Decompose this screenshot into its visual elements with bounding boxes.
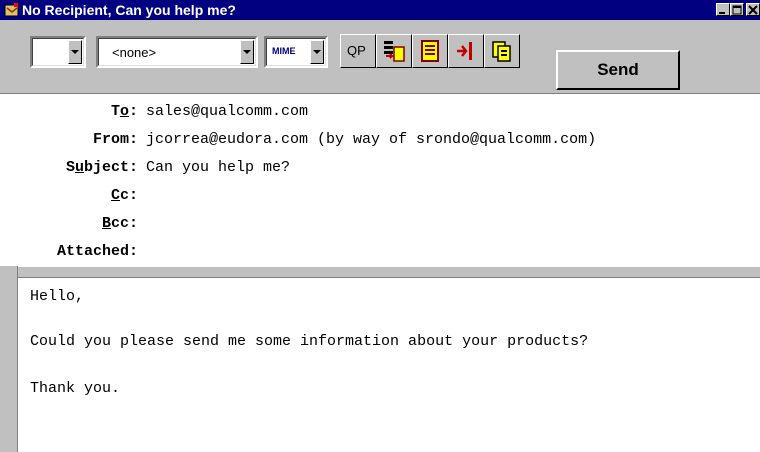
cc-label: Cc: — [110, 187, 138, 204]
priority-select[interactable] — [30, 36, 86, 68]
tab-insert-button[interactable] — [448, 34, 484, 68]
encoding-dropdown-button[interactable] — [310, 40, 324, 64]
message-body[interactable]: Hello, Could you please send me some inf… — [18, 278, 760, 452]
mime-label: MIME — [272, 46, 296, 56]
attached-row: Attached: — [0, 241, 760, 263]
copy-to-outbox-button[interactable] — [484, 34, 520, 68]
attach-signature-icon — [384, 41, 405, 62]
bcc-field[interactable] — [146, 213, 746, 235]
send-button[interactable]: Send — [556, 50, 680, 90]
subject-label: Subject: — [65, 159, 138, 176]
to-row: To: sales@qualcomm.com — [0, 101, 760, 123]
attach-signature-button[interactable] — [376, 34, 412, 68]
eudora-app-icon[interactable] — [4, 2, 20, 18]
qp-label: QP — [347, 43, 366, 58]
text-as-document-icon — [421, 40, 439, 62]
text-as-document-button[interactable] — [412, 34, 448, 68]
from-field[interactable]: jcorrea@eudora.com (by way of srondo@qua… — [146, 129, 596, 151]
cc-row: Cc: — [0, 185, 760, 207]
attached-label: Attached: — [56, 243, 138, 260]
body-line: Could you please send me some informatio… — [30, 333, 589, 350]
encoding-select[interactable]: MIME — [264, 36, 328, 68]
signature-dropdown-button[interactable] — [240, 40, 254, 64]
to-label: To: — [110, 103, 138, 120]
signature-select[interactable]: <none> — [96, 36, 258, 68]
body-left-border — [0, 266, 18, 452]
chevron-down-icon — [243, 50, 251, 54]
from-label: From: — [92, 131, 138, 148]
maximize-icon — [732, 5, 742, 15]
subject-row: Subject: Can you help me? — [0, 157, 760, 179]
body-line: Hello, — [30, 288, 85, 305]
priority-dropdown-button[interactable] — [68, 40, 82, 64]
copy-to-outbox-icon — [492, 41, 511, 62]
body-line: Thank you. — [30, 380, 121, 397]
chevron-down-icon — [71, 50, 79, 54]
subject-field[interactable]: Can you help me? — [146, 157, 290, 179]
chevron-down-icon — [313, 50, 321, 54]
message-headers: To: sales@qualcomm.com From: jcorrea@eud… — [0, 95, 760, 265]
from-row: From: jcorrea@eudora.com (by way of sron… — [0, 129, 760, 151]
window-title: No Recipient, Can you help me? — [22, 2, 236, 18]
quoted-printable-button[interactable]: QP — [340, 34, 376, 68]
maximize-button[interactable] — [730, 3, 744, 16]
close-button[interactable] — [746, 3, 760, 16]
minimize-button[interactable] — [716, 3, 730, 16]
signature-value: <none> — [112, 45, 157, 60]
message-window: No Recipient, Can you help me? <none> MI… — [0, 0, 760, 452]
minimize-icon — [719, 12, 725, 14]
pane-divider[interactable] — [0, 266, 760, 278]
title-bar[interactable]: No Recipient, Can you help me? — [0, 0, 760, 20]
bcc-row: Bcc: — [0, 213, 760, 235]
attached-field[interactable] — [146, 241, 746, 263]
cc-field[interactable] — [146, 185, 746, 207]
bcc-label: Bcc: — [101, 215, 138, 232]
tab-insert-icon — [457, 42, 472, 60]
to-field[interactable]: sales@qualcomm.com — [146, 101, 308, 123]
close-icon — [748, 5, 758, 15]
toolbar: <none> MIME QP Send — [0, 20, 760, 94]
